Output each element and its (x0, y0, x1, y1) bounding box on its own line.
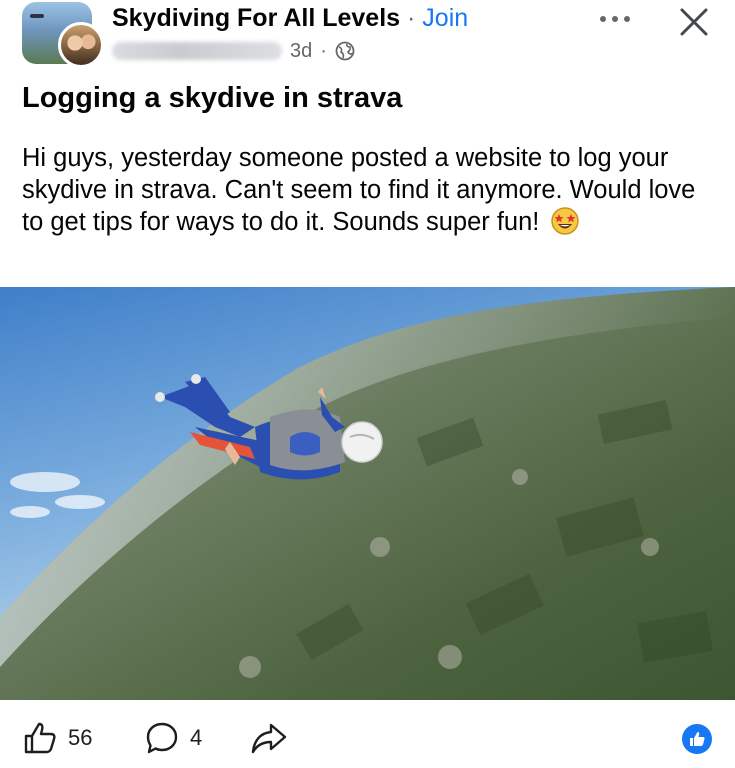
post-meta: 3d · (112, 40, 355, 62)
comment-count: 4 (190, 725, 203, 750)
like-icon (24, 722, 56, 754)
post-title: Logging a skydive in strava (22, 82, 403, 114)
skydiver-photo (0, 287, 735, 700)
comment-icon (146, 722, 178, 754)
separator-dot: · (407, 4, 416, 32)
author-avatar[interactable] (58, 22, 104, 68)
group-name[interactable]: Skydiving For All Levels (112, 4, 400, 32)
star-struck-emoji-icon (551, 207, 580, 235)
post-body-text: Hi guys, yesterday someone posted a webs… (22, 144, 696, 236)
post-photo[interactable] (0, 287, 735, 700)
author-name-blurred[interactable] (112, 42, 282, 60)
join-button[interactable]: Join (422, 4, 468, 32)
post-header: Skydiving For All Levels · Join 3d · (0, 0, 735, 80)
globe-icon (335, 41, 355, 61)
group-name-line: Skydiving For All Levels · Join (112, 4, 468, 33)
post-body: Hi guys, yesterday someone posted a webs… (22, 142, 712, 238)
share-icon (251, 723, 287, 754)
more-dots-icon[interactable] (598, 12, 632, 26)
comment-button[interactable]: 4 (144, 720, 202, 756)
post-timestamp[interactable]: 3d (290, 40, 312, 63)
like-reaction-badge[interactable] (682, 724, 712, 754)
close-icon[interactable] (676, 4, 712, 40)
like-reaction-icon (690, 732, 705, 746)
action-bar: 56 4 (0, 700, 735, 768)
share-button[interactable] (250, 720, 288, 756)
like-button[interactable]: 56 (22, 720, 92, 756)
time-separator-dot: · (320, 39, 327, 62)
like-count: 56 (68, 725, 93, 750)
